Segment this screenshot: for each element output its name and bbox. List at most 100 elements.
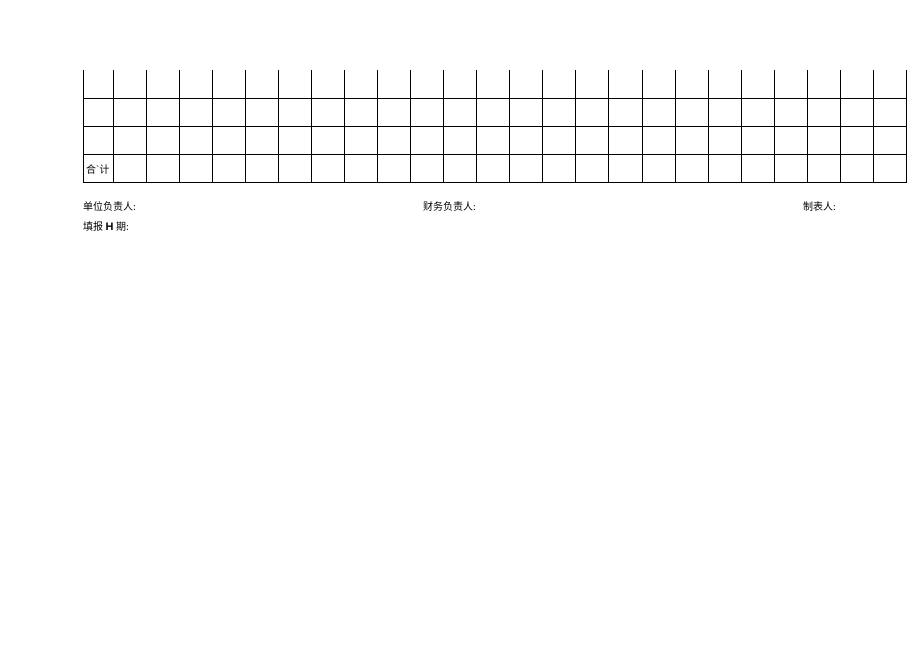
table-cell: [180, 126, 213, 154]
table-cell: [345, 98, 378, 126]
table-cell: [609, 70, 642, 98]
table-cell: [147, 70, 180, 98]
table-cell: [213, 126, 246, 154]
table-cell: [576, 126, 609, 154]
table-cell: [345, 154, 378, 182]
table-cell: [147, 98, 180, 126]
unit-head-label: 单位负责人:: [83, 198, 423, 213]
finance-head-label: 财务负责人:: [423, 198, 803, 213]
table-cell: [642, 154, 675, 182]
table-cell: [444, 70, 477, 98]
table-cell: [807, 126, 840, 154]
table-cell: [510, 98, 543, 126]
table-cell: [279, 126, 312, 154]
table-cell: [378, 98, 411, 126]
table-cell: [774, 98, 807, 126]
table-cell: [147, 154, 180, 182]
table-cell: [411, 154, 444, 182]
table-cell: [675, 126, 708, 154]
table-cell: [411, 98, 444, 126]
table-cell: [477, 98, 510, 126]
table-cell: [213, 154, 246, 182]
table-cell: [774, 70, 807, 98]
table-cell: [609, 126, 642, 154]
table-cell: [609, 154, 642, 182]
table-cell: [246, 154, 279, 182]
table-cell: [84, 70, 114, 98]
table-cell: [840, 126, 873, 154]
table-cell: [213, 70, 246, 98]
table-cell: [543, 70, 576, 98]
table-cell: [84, 98, 114, 126]
preparer-label: 制表人:: [803, 198, 907, 213]
table-cell: [411, 126, 444, 154]
table-row: [84, 126, 907, 154]
table-cell: [411, 70, 444, 98]
table-cell: [675, 70, 708, 98]
table-cell: [510, 70, 543, 98]
table-cell: [807, 154, 840, 182]
table-cell: [675, 154, 708, 182]
table-cell: [279, 154, 312, 182]
table-cell: [708, 70, 741, 98]
table-cell: [774, 154, 807, 182]
table-cell: [840, 154, 873, 182]
table-cell: [642, 126, 675, 154]
signature-row: 单位负责人: 财务负责人: 制表人:: [83, 198, 907, 213]
table-cell: [477, 70, 510, 98]
table-cell: 合`计: [84, 154, 114, 182]
table-cell: [180, 70, 213, 98]
table-cell: [741, 70, 774, 98]
table-cell: [543, 126, 576, 154]
table-cell: [708, 154, 741, 182]
table-cell: [708, 126, 741, 154]
table-cell: [84, 126, 114, 154]
table-cell: [180, 98, 213, 126]
table-row: 合`计: [84, 154, 907, 182]
table-cell: [873, 70, 906, 98]
table-row: [84, 70, 907, 98]
table-cell: [873, 98, 906, 126]
table-cell: [807, 98, 840, 126]
table-cell: [510, 154, 543, 182]
table-cell: [114, 70, 147, 98]
table-cell: [246, 126, 279, 154]
table-cell: [873, 154, 906, 182]
form-table-container: 合`计: [83, 70, 907, 183]
table-cell: [741, 98, 774, 126]
table-cell: [345, 126, 378, 154]
table-cell: [378, 126, 411, 154]
table-cell: [114, 154, 147, 182]
table-cell: [840, 70, 873, 98]
table-cell: [642, 98, 675, 126]
table-cell: [609, 98, 642, 126]
table-cell: [543, 154, 576, 182]
table-cell: [345, 70, 378, 98]
table-cell: [114, 126, 147, 154]
table-cell: [312, 126, 345, 154]
table-cell: [576, 98, 609, 126]
table-cell: [180, 154, 213, 182]
table-cell: [246, 70, 279, 98]
table-cell: [774, 126, 807, 154]
table-cell: [312, 70, 345, 98]
table-cell: [741, 154, 774, 182]
table-cell: [708, 98, 741, 126]
table-cell: [312, 154, 345, 182]
table-cell: [807, 70, 840, 98]
table-cell: [840, 98, 873, 126]
table-cell: [741, 126, 774, 154]
table-cell: [576, 70, 609, 98]
table-cell: [444, 154, 477, 182]
table-cell: [510, 126, 543, 154]
table-cell: [312, 98, 345, 126]
table-cell: [378, 154, 411, 182]
table-cell: [279, 70, 312, 98]
fill-date-h: H: [106, 221, 114, 233]
table-cell: [477, 154, 510, 182]
table-cell: [378, 70, 411, 98]
fill-date-prefix: 填报: [83, 222, 103, 233]
fill-date-label: 填报 H 期:: [83, 218, 129, 233]
table-cell: [246, 98, 279, 126]
table-row: [84, 98, 907, 126]
